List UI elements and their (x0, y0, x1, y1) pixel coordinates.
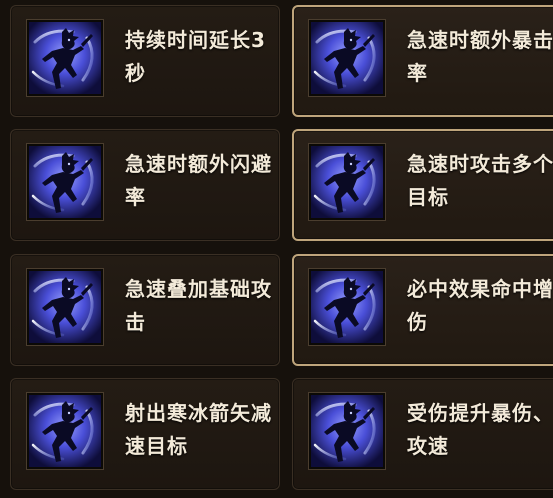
skill-label: 持续时间延长3秒 (125, 28, 266, 85)
skill-card-1[interactable]: 急速时额外暴击率 (292, 5, 553, 117)
ninja-dash-icon (309, 144, 385, 220)
ninja-dash-icon (309, 269, 385, 345)
skill-label: 受伤提升暴伤、攻速 (407, 401, 553, 458)
skill-label: 射出寒冰箭矢减速目标 (125, 401, 272, 458)
skill-label: 必中效果命中增伤 (407, 277, 553, 334)
skill-card-3[interactable]: 急速时攻击多个目标 (292, 129, 553, 241)
skill-label: 急速时攻击多个目标 (407, 152, 553, 209)
skill-card-0[interactable]: 持续时间延长3秒 (10, 5, 280, 117)
skill-card-4[interactable]: 急速叠加基础攻击 (10, 254, 280, 366)
skill-grid: 持续时间延长3秒 急速时额外暴击率 急速时额外闪避率 急速时攻击多个目标 急速叠… (0, 0, 553, 498)
ninja-dash-icon (309, 20, 385, 96)
skill-card-5[interactable]: 必中效果命中增伤 (292, 254, 553, 366)
ninja-dash-icon (27, 144, 103, 220)
skill-label: 急速时额外闪避率 (125, 152, 272, 209)
ninja-dash-icon (27, 269, 103, 345)
ninja-dash-icon (309, 393, 385, 469)
ninja-dash-icon (27, 393, 103, 469)
skill-label: 急速叠加基础攻击 (125, 277, 272, 334)
ninja-dash-icon (27, 20, 103, 96)
skill-card-7[interactable]: 受伤提升暴伤、攻速 (292, 378, 553, 490)
skill-card-2[interactable]: 急速时额外闪避率 (10, 129, 280, 241)
skill-card-6[interactable]: 射出寒冰箭矢减速目标 (10, 378, 280, 490)
skill-label: 急速时额外暴击率 (407, 28, 553, 85)
